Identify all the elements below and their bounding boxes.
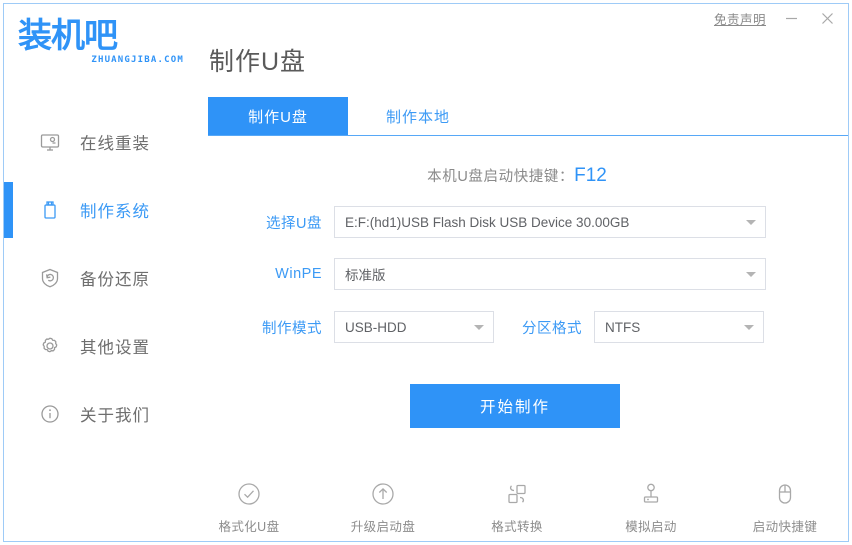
- joystick-icon: [636, 479, 666, 509]
- tool-label: 格式化U盘: [218, 520, 280, 534]
- tool-label: 模拟启动: [625, 520, 677, 534]
- info-icon: [38, 402, 62, 426]
- winpe-select[interactable]: 标准版: [334, 258, 766, 290]
- usb-select-label: 选择U盘: [266, 215, 322, 232]
- tab-make-usb[interactable]: 制作U盘: [208, 97, 348, 135]
- tab-underline: [208, 135, 848, 136]
- logo-domain: ZHUANGJIBA.COM: [91, 55, 184, 65]
- arrow-up-circle-icon: [368, 479, 398, 509]
- sidebar-item-label: 其他设置: [80, 339, 150, 357]
- tool-simulate-boot[interactable]: 模拟启动: [612, 479, 690, 535]
- format-select[interactable]: NTFS: [594, 311, 764, 343]
- chevron-down-icon: [746, 220, 756, 225]
- format-select-label: 分区格式: [522, 320, 582, 337]
- form-row-mode-format: 制作模式 USB-HDD 分区格式 NTFS: [238, 311, 764, 343]
- chevron-down-icon: [744, 325, 754, 330]
- page-title: 制作U盘: [209, 48, 307, 76]
- form-row-winpe: WinPE 标准版: [238, 258, 766, 290]
- tool-label: 启动快捷键: [752, 520, 818, 534]
- shield-restore-icon: [38, 266, 62, 290]
- form-row-usb: 选择U盘 E:F:(hd1)USB Flash Disk USB Device …: [238, 206, 766, 238]
- sidebar-item-label: 在线重装: [80, 135, 150, 153]
- app-window: 免责声明 装机吧 ZHUANGJIBA.COM 制作U盘 在线重装 制作系统 备…: [0, 0, 852, 545]
- mouse-icon: [770, 479, 800, 509]
- mode-select-label: 制作模式: [262, 320, 322, 337]
- monitor-icon: [38, 130, 62, 154]
- sidebar-item-online-reinstall[interactable]: 在线重装: [4, 114, 186, 170]
- gear-icon: [38, 334, 62, 358]
- logo-text: 装机吧: [18, 16, 118, 56]
- winpe-select-label: WinPE: [275, 266, 322, 282]
- minimize-icon: [785, 17, 797, 19]
- tool-label: 格式转换: [491, 520, 543, 534]
- tool-boot-hotkey[interactable]: 启动快捷键: [746, 479, 824, 535]
- check-circle-icon: [234, 479, 264, 509]
- tool-label: 升级启动盘: [350, 520, 416, 534]
- convert-shapes-icon: [502, 479, 532, 509]
- chevron-down-icon: [474, 325, 484, 330]
- brand-logo: 装机吧 ZHUANGJIBA.COM: [18, 15, 188, 75]
- tool-format-convert[interactable]: 格式转换: [478, 479, 556, 535]
- winpe-select-value: 标准版: [345, 268, 386, 283]
- sidebar: 在线重装 制作系统 备份还原 其他设置 关于我们: [4, 90, 186, 540]
- close-button[interactable]: [816, 8, 838, 28]
- tab-make-local[interactable]: 制作本地: [348, 97, 488, 135]
- mode-select-value: USB-HDD: [345, 319, 407, 335]
- sidebar-item-label: 制作系统: [80, 203, 150, 221]
- usb-drive-icon: [38, 198, 62, 222]
- bottom-toolbar: 格式化U盘 升级启动盘 格式转换 模拟启动 启动快捷键: [4, 479, 848, 535]
- usb-select-value: E:F:(hd1)USB Flash Disk USB Device 30.00…: [345, 214, 630, 230]
- window-controls: 免责声明: [714, 8, 838, 28]
- boot-hotkey-text: 本机U盘启动快捷键：F12: [186, 165, 848, 187]
- sidebar-active-indicator: [4, 182, 13, 238]
- sidebar-item-make-system[interactable]: 制作系统: [4, 182, 186, 238]
- chevron-down-icon: [746, 272, 756, 277]
- tool-upgrade-boot-disk[interactable]: 升级启动盘: [344, 479, 422, 535]
- minimize-button[interactable]: [780, 8, 802, 28]
- tool-format-usb[interactable]: 格式化U盘: [210, 479, 288, 535]
- content-area: 制作U盘 制作本地 本机U盘启动快捷键：F12 选择U盘 E:F:(hd1)US…: [186, 90, 848, 540]
- sidebar-item-other-settings[interactable]: 其他设置: [4, 318, 186, 374]
- usb-select[interactable]: E:F:(hd1)USB Flash Disk USB Device 30.00…: [334, 206, 766, 238]
- boot-hotkey-value: F12: [574, 165, 607, 186]
- sidebar-item-label: 关于我们: [80, 407, 150, 425]
- mode-select[interactable]: USB-HDD: [334, 311, 494, 343]
- tab-bar: 制作U盘 制作本地: [208, 97, 488, 135]
- close-icon: [821, 12, 833, 24]
- boot-hotkey-label: 本机U盘启动快捷键：: [427, 169, 575, 185]
- format-select-value: NTFS: [605, 319, 641, 335]
- sidebar-item-label: 备份还原: [80, 271, 150, 289]
- sidebar-item-about-us[interactable]: 关于我们: [4, 386, 186, 442]
- start-make-button[interactable]: 开始制作: [410, 384, 620, 428]
- sidebar-item-backup-restore[interactable]: 备份还原: [4, 250, 186, 306]
- disclaimer-link[interactable]: 免责声明: [714, 9, 766, 28]
